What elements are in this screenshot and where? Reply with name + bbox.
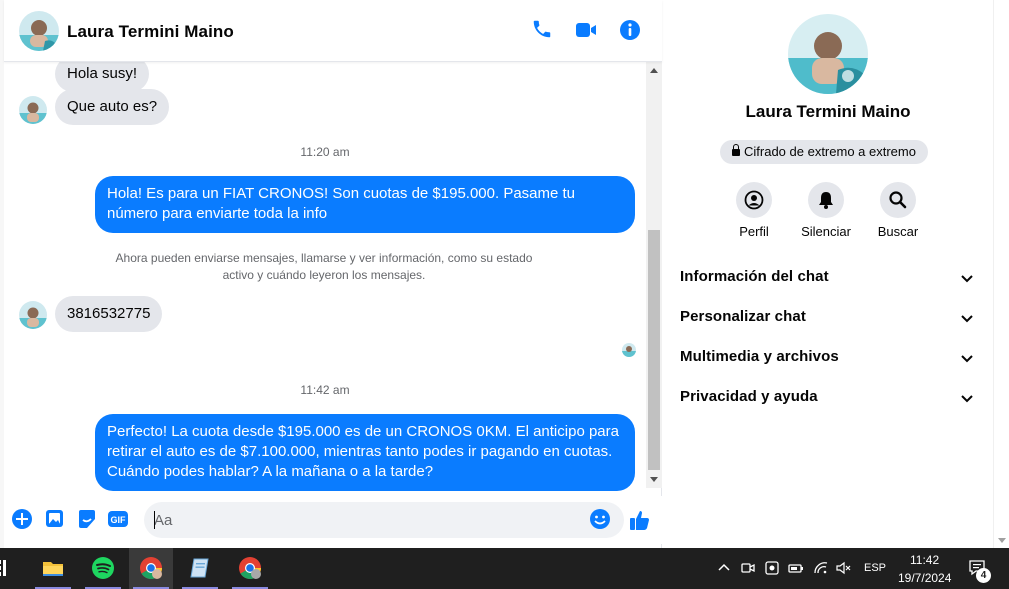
encryption-badge[interactable]: Cifrado de extremo a extremo <box>720 140 928 164</box>
section-label: Multimedia y archivos <box>680 348 839 365</box>
profile-icon <box>736 182 772 218</box>
outgoing-message[interactable]: Hola! Es para un FIAT CRONOS! Son cuotas… <box>95 176 635 233</box>
gif-icon[interactable]: GIF <box>107 508 129 530</box>
scroll-down-arrow-icon[interactable] <box>650 477 658 482</box>
encryption-label: Cifrado de extremo a extremo <box>744 144 916 159</box>
chevron-down-icon <box>961 315 973 323</box>
text-caret <box>154 511 155 529</box>
clock-date[interactable]: 19/7/2024 <box>898 571 951 585</box>
chevron-down-icon <box>961 275 973 283</box>
sender-avatar <box>19 96 47 124</box>
volume-muted-icon[interactable] <box>835 560 851 576</box>
section-customize-chat[interactable]: Personalizar chat <box>663 298 981 338</box>
windows-taskbar: ESP 11:42 19/7/2024 <box>0 548 1009 589</box>
read-receipt-avatar <box>622 343 636 357</box>
chrome-profile-taskbar-icon[interactable] <box>228 548 272 589</box>
message-scrollbar[interactable] <box>646 62 662 488</box>
lock-icon <box>732 144 740 156</box>
notepad-taskbar-icon[interactable] <box>178 548 222 589</box>
chat-pane: Laura Termini Maino Hola susy! Que auto … <box>4 0 662 548</box>
scrollbar-thumb[interactable] <box>648 230 660 470</box>
chat-header: Laura Termini Maino <box>4 0 662 62</box>
search-action-label: Buscar <box>877 224 919 239</box>
section-label: Personalizar chat <box>680 308 806 325</box>
chevron-up-icon[interactable] <box>716 560 732 576</box>
composer-bar: GIF <box>4 496 662 544</box>
profile-name: Laura Termini Maino <box>745 102 911 121</box>
incoming-message[interactable]: 3816532775 <box>55 296 163 332</box>
system-notice: Ahora pueden enviarse mensajes, llamarse… <box>115 251 533 282</box>
meet-now-icon[interactable] <box>740 560 756 576</box>
emoji-icon[interactable] <box>589 508 611 530</box>
profile-action-label: Perfil <box>739 224 769 239</box>
scroll-down-arrow-icon[interactable] <box>998 538 1006 543</box>
search-action-button[interactable]: Buscar <box>862 182 934 239</box>
mute-action-label: Silenciar <box>801 224 851 239</box>
sticker-icon[interactable] <box>76 508 98 530</box>
section-media-files[interactable]: Multimedia y archivos <box>663 338 981 378</box>
profile-avatar[interactable] <box>788 14 868 94</box>
message-list[interactable]: Hola susy! Que auto es? 11:20 am Hola! E… <box>4 62 646 496</box>
info-icon[interactable] <box>618 18 642 42</box>
timestamp-separator: 11:20 am <box>300 145 350 159</box>
image-icon[interactable] <box>44 508 66 530</box>
section-privacy-help[interactable]: Privacidad y ayuda <box>663 378 981 418</box>
timestamp-separator: 11:42 am <box>300 383 350 397</box>
wifi-icon[interactable] <box>813 560 829 576</box>
svg-text:GIF: GIF <box>111 515 127 525</box>
thumbs-up-icon[interactable] <box>628 508 650 530</box>
message-input[interactable] <box>144 502 624 538</box>
chevron-down-icon <box>961 395 973 403</box>
page-scrollbar[interactable] <box>993 0 1009 548</box>
scroll-up-arrow-icon[interactable] <box>650 68 658 73</box>
section-chat-info[interactable]: Información del chat <box>663 258 981 298</box>
notification-count-badge: 4 <box>976 568 991 583</box>
chrome-taskbar-icon[interactable] <box>129 548 173 589</box>
bell-icon <box>808 182 844 218</box>
outgoing-message[interactable]: Perfecto! La cuota desde $195.000 es de … <box>95 414 635 491</box>
chevron-down-icon <box>961 355 973 363</box>
battery-icon[interactable] <box>788 560 804 576</box>
language-indicator[interactable]: ESP <box>864 562 886 574</box>
plus-icon[interactable] <box>11 508 33 530</box>
file-explorer-taskbar-icon[interactable] <box>31 548 75 589</box>
profile-action-button[interactable]: Perfil <box>718 182 790 239</box>
task-view-button[interactable] <box>0 548 12 589</box>
chat-info-pane: Laura Termini Maino Cifrado de extremo a… <box>663 0 993 548</box>
search-icon <box>880 182 916 218</box>
clock-time[interactable]: 11:42 <box>910 553 939 567</box>
contact-avatar[interactable] <box>19 11 59 51</box>
incoming-message[interactable]: Que auto es? <box>55 89 170 125</box>
video-call-icon[interactable] <box>574 18 598 42</box>
phone-icon[interactable] <box>531 18 555 42</box>
mute-action-button[interactable]: Silenciar <box>790 182 862 239</box>
spotify-taskbar-icon[interactable] <box>81 548 125 589</box>
antivirus-icon[interactable] <box>764 560 780 576</box>
incoming-message[interactable]: Hola susy! <box>55 62 150 92</box>
section-label: Privacidad y ayuda <box>680 388 818 405</box>
section-label: Información del chat <box>680 268 829 285</box>
contact-name[interactable]: Laura Termini Maino <box>67 22 234 42</box>
sender-avatar <box>19 301 47 329</box>
